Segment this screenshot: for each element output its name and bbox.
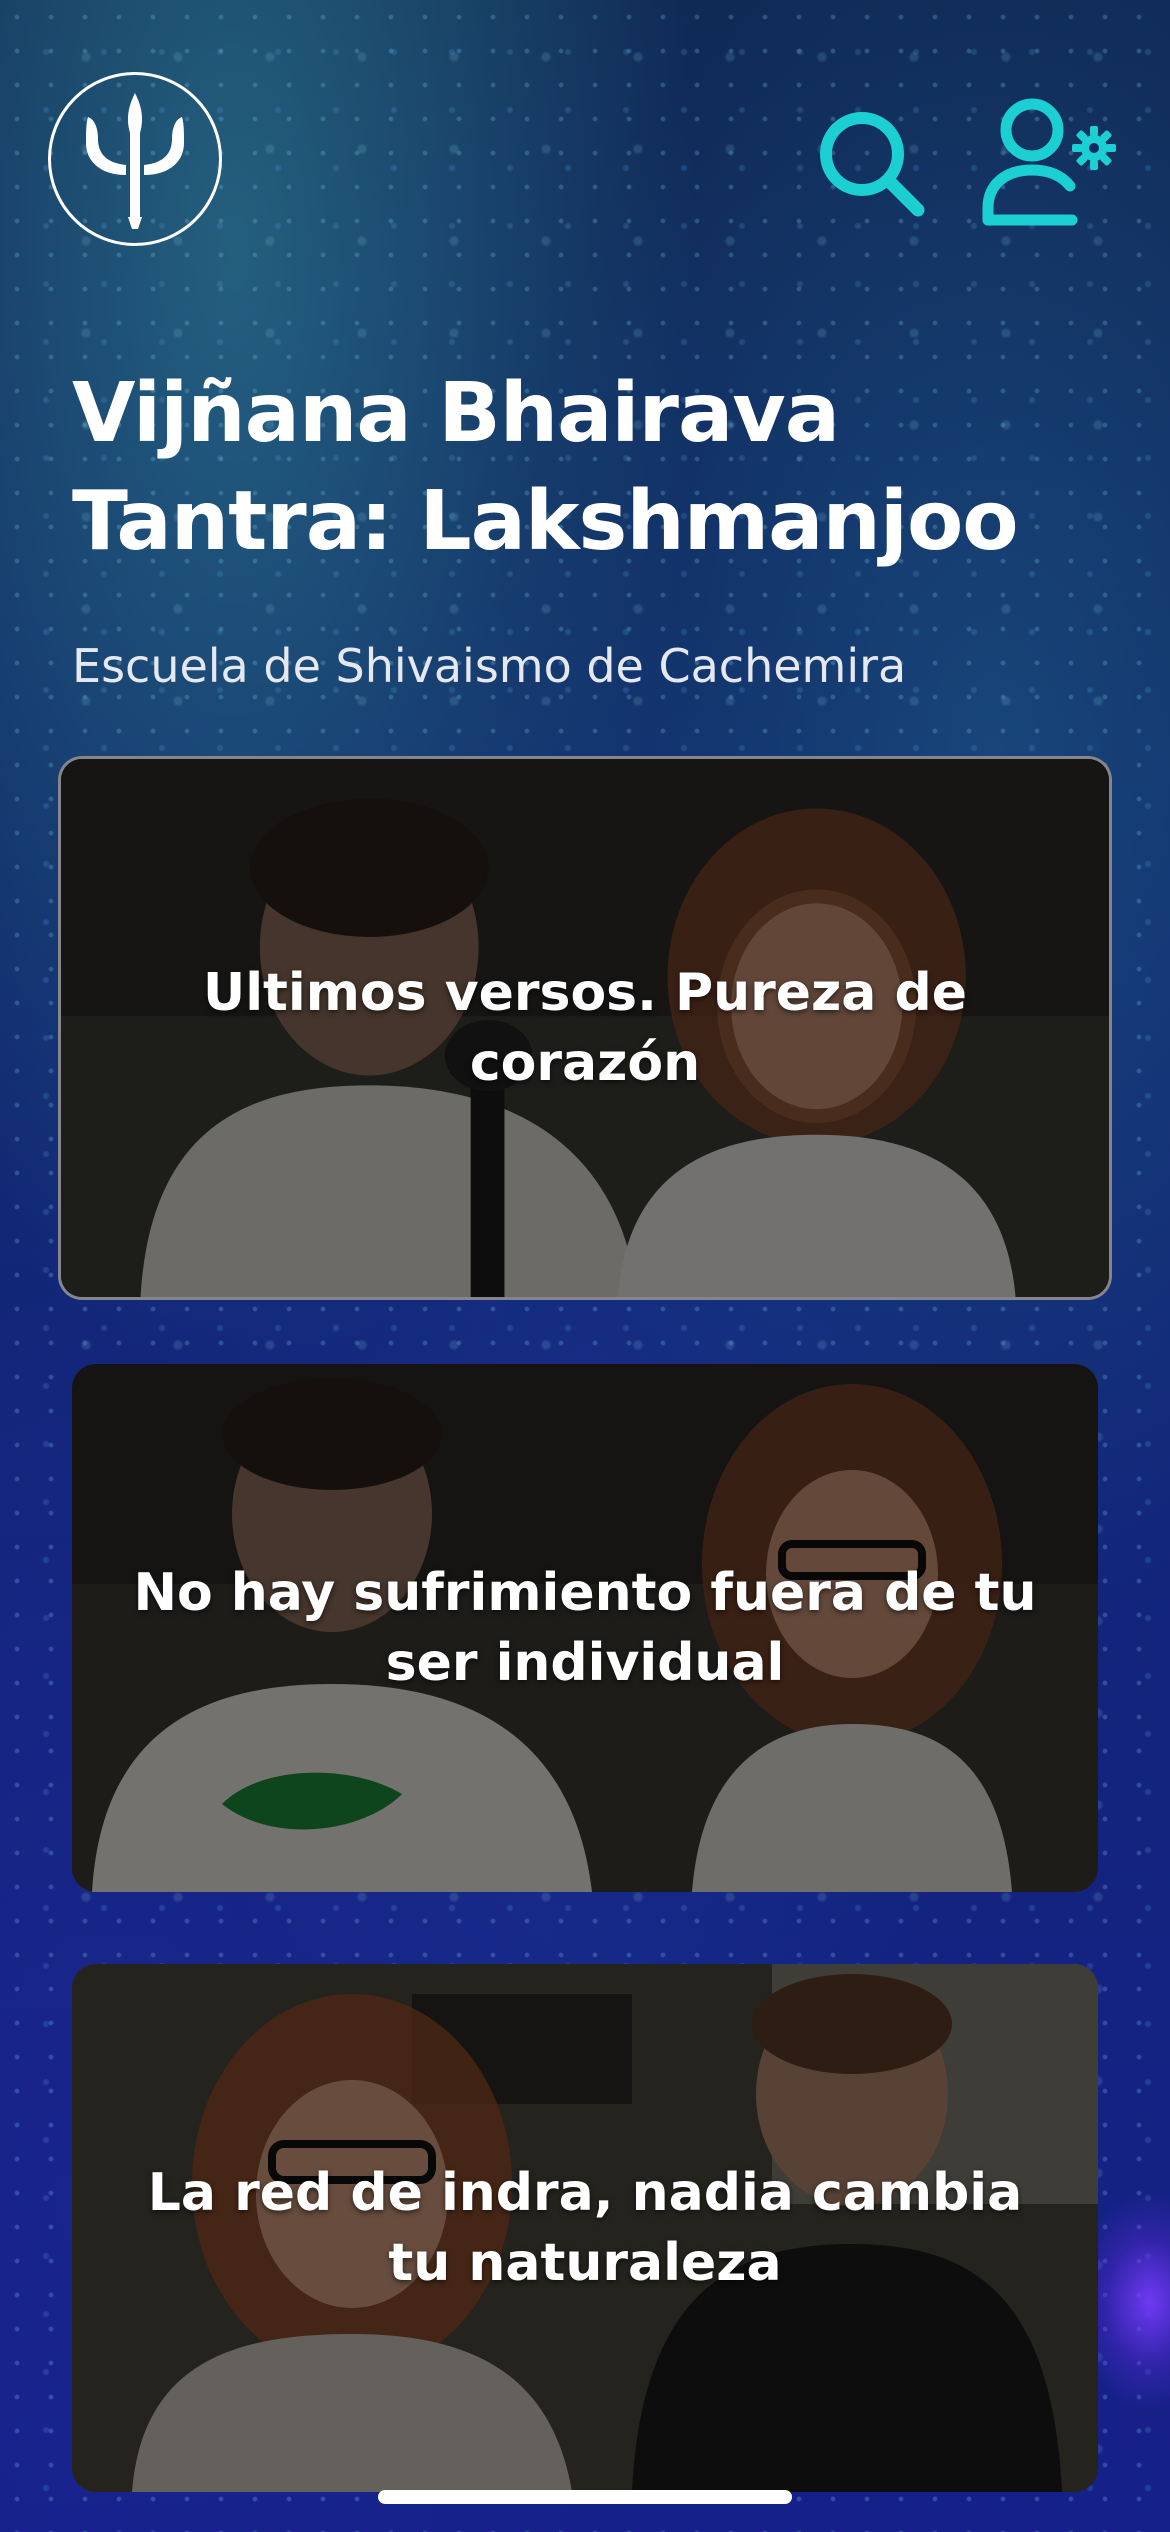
search-button[interactable] bbox=[816, 108, 928, 220]
home-indicator[interactable] bbox=[378, 2490, 792, 2504]
page-title: Vijñana Bhairava Tantra: Lakshmanjoo bbox=[72, 366, 1019, 569]
video-title: No hay sufrimiento fuera de tu ser indiv… bbox=[133, 1563, 1037, 1693]
trident-icon bbox=[86, 93, 184, 229]
video-card[interactable]: Ultimos versos. Pureza de corazón bbox=[58, 756, 1112, 1300]
video-card[interactable]: No hay sufrimiento fuera de tu ser indiv… bbox=[72, 1364, 1098, 1892]
video-title: Ultimos versos. Pureza de corazón bbox=[203, 963, 967, 1093]
profile-settings-button[interactable] bbox=[982, 96, 1120, 226]
search-icon bbox=[820, 112, 925, 217]
app-logo[interactable] bbox=[48, 72, 222, 246]
video-title: La red de indra, nadia cambia tu natural… bbox=[147, 2163, 1023, 2293]
user-settings-icon bbox=[982, 98, 1116, 226]
page-subtitle: Escuela de Shivaismo de Cachemira bbox=[72, 639, 907, 693]
video-card[interactable]: La red de indra, nadia cambia tu natural… bbox=[72, 1964, 1098, 2492]
